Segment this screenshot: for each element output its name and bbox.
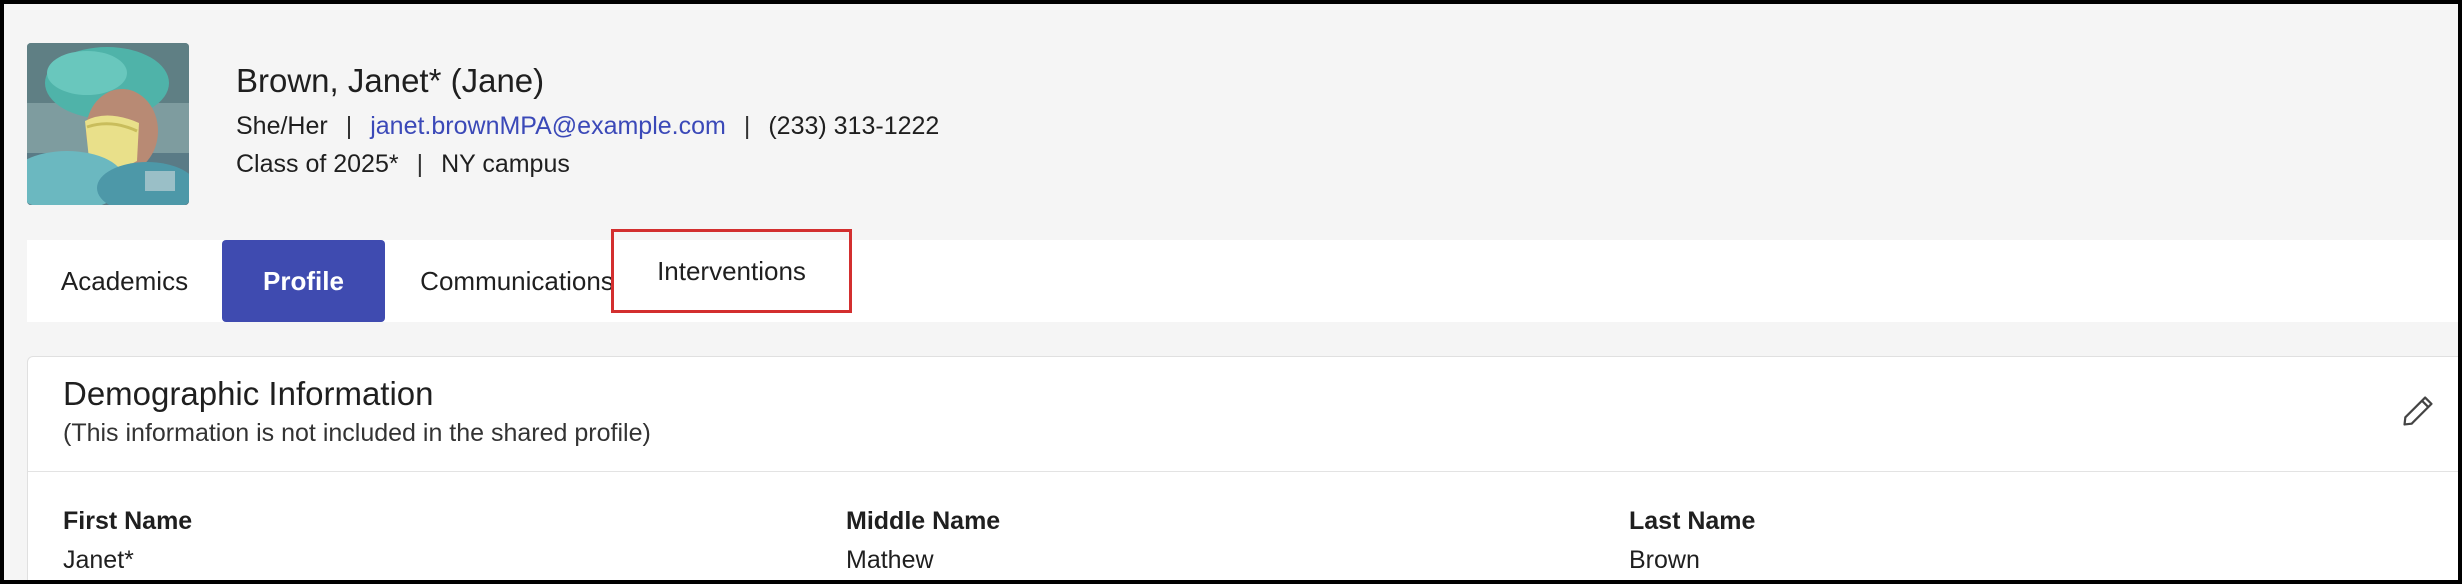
field-label: First Name bbox=[63, 507, 193, 535]
separator: | bbox=[743, 112, 751, 140]
app-frame: Brown, Janet* (Jane) She/Her | janet.bro… bbox=[0, 0, 2462, 584]
student-phone: (233) 313-1222 bbox=[768, 112, 940, 140]
card-title: Demographic Information bbox=[63, 375, 434, 412]
separator: | bbox=[345, 112, 353, 140]
divider bbox=[28, 471, 2458, 472]
tab-academics[interactable]: Academics bbox=[27, 240, 222, 322]
separator: | bbox=[416, 150, 424, 178]
student-photo bbox=[27, 43, 189, 205]
field-last-name: Last Name Brown bbox=[1629, 507, 1755, 575]
student-email-link[interactable]: janet.brownMPA@example.com bbox=[370, 112, 726, 141]
field-value: Brown bbox=[1629, 546, 1700, 574]
student-name: Brown, Janet* (Jane) bbox=[236, 62, 545, 99]
student-contact-line: She/Her | janet.brownMPA@example.com | (… bbox=[236, 112, 939, 141]
field-value: Mathew bbox=[846, 546, 934, 574]
profile-tabs: Academics Profile Communications Interve… bbox=[27, 229, 2458, 322]
tab-communications[interactable]: Communications bbox=[392, 240, 642, 322]
card-subtitle: (This information is not included in the… bbox=[63, 419, 651, 447]
student-class-of: Class of 2025* bbox=[236, 150, 399, 178]
field-label: Last Name bbox=[1629, 507, 1756, 535]
student-enrollment-line: Class of 2025* | NY campus bbox=[236, 150, 570, 179]
student-pronouns: She/Her bbox=[236, 112, 328, 140]
demographic-information-card: Demographic Information (This informatio… bbox=[27, 356, 2458, 580]
student-campus: NY campus bbox=[441, 150, 570, 178]
field-first-name: First Name Janet* bbox=[63, 507, 192, 575]
student-avatar bbox=[27, 43, 189, 205]
field-label: Middle Name bbox=[846, 507, 1001, 535]
edit-button[interactable] bbox=[2394, 387, 2442, 435]
field-value: Janet* bbox=[63, 546, 134, 574]
tab-profile[interactable]: Profile bbox=[222, 240, 385, 322]
field-middle-name: Middle Name Mathew bbox=[846, 507, 1000, 575]
tab-interventions[interactable]: Interventions bbox=[611, 229, 852, 313]
pencil-icon bbox=[2403, 396, 2433, 426]
